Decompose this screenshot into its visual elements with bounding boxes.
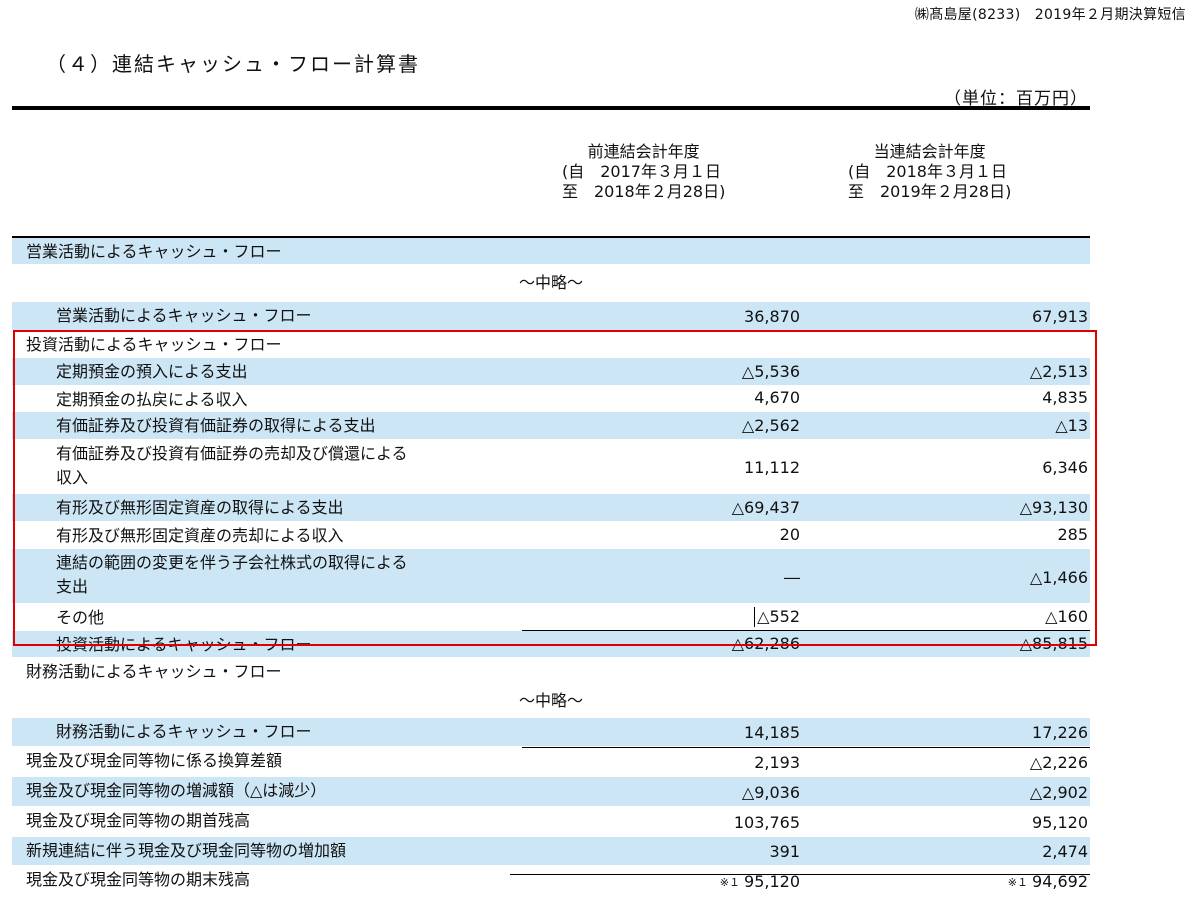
column-header-curr-title: 当連結会計年度 [873,142,986,161]
row-label: 連結の範囲の変更を伴う子会社株式の取得による 支出 [56,553,408,596]
table-row: 有価証券及び投資有価証券の売却及び償還による 収入 11,112 6,346 [12,440,1090,494]
table-row-total: 現金及び現金同等物の期末残高 ※１ 95,120 ※１ 94,692 [12,866,1090,897]
column-header-prev-from: (自 2017年３月１日 [562,162,721,181]
value-curr: 95,120 [1032,813,1088,832]
omitted-marker: ～中略～ [518,273,583,292]
value-prev: 2,193 [754,753,800,772]
value-curr: 4,835 [1042,388,1088,407]
column-header-prev-to: 至 2018年２月28日) [562,182,726,201]
row-label: その他 [56,608,105,627]
value-prev: △552 [754,607,800,627]
value-curr: 285 [1057,525,1088,544]
subtotal-overline [522,630,810,631]
value-curr: △2,513 [1029,362,1088,381]
table-row: 財務活動によるキャッシュ・フロー [12,658,1090,687]
value-curr: △1,466 [1029,568,1088,587]
row-label: 現金及び現金同等物の期首残高 [26,811,251,830]
row-label: 有形及び無形固定資産の取得による支出 [56,498,344,517]
table-row: 営業活動によるキャッシュ・フロー [12,236,1090,265]
value-prev: 391 [769,842,800,861]
value-curr-cell: ※１ 94,692 [1008,872,1088,893]
row-label: 投資活動によるキャッシュ・フロー [56,635,312,654]
row-label: 営業活動によるキャッシュ・フロー [26,242,282,261]
table-row: 現金及び現金同等物に係る換算差額 2,193 △2,226 [12,747,1090,777]
table-row: 投資活動によるキャッシュ・フロー [12,331,1090,358]
column-header-prev-title: 前連結会計年度 [587,142,700,161]
row-label: 営業活動によるキャッシュ・フロー [56,306,312,325]
note-marker: ※１ [1007,876,1029,889]
row-label: 現金及び現金同等物の期末残高 [26,870,251,889]
section-title: （４）連結キャッシュ・フロー計算書 [46,52,420,76]
value-prev: 20 [779,525,800,544]
column-header-curr: 当連結会計年度 (自 2018年３月１日至 2019年２月28日) [848,142,1011,202]
value-prev-cell: ※１ 95,120 [720,872,800,893]
table-row: 現金及び現金同等物の期首残高 103,765 95,120 [12,807,1090,837]
table-row-omitted: ～中略～ [12,687,1090,718]
table-row: 有形及び無形固定資産の取得による支出 △69,437 △93,130 [12,494,1090,522]
header-rule [12,106,1090,110]
table-row: 財務活動によるキャッシュ・フロー 14,185 17,226 [12,718,1090,748]
table-row-subtotal: 投資活動によるキャッシュ・フロー △62,286 △85,815 [12,630,1090,658]
value-curr: 67,913 [1032,307,1088,326]
value-curr: 17,226 [1032,723,1088,742]
row-label: 定期預金の払戻による収入 [56,390,248,409]
cash-flow-table: 営業活動によるキャッシュ・フロー ～中略～ 営業活動によるキャッシュ・フロー 3… [12,236,1090,897]
value-prev: 103,765 [733,813,800,832]
value-curr: △13 [1055,416,1088,435]
row-label: 財務活動によるキャッシュ・フロー [56,722,312,741]
row-label: 有形及び無形固定資産の売却による収入 [56,526,344,545]
row-label: 定期預金の預入による支出 [56,362,248,381]
row-label: 財務活動によるキャッシュ・フロー [26,662,282,681]
value-curr: 2,474 [1042,842,1088,861]
value-prev: 11,112 [744,458,800,477]
table-row: 定期預金の預入による支出 △5,536 △2,513 [12,358,1090,386]
table-row: 連結の範囲の変更を伴う子会社株式の取得による 支出 ― △1,466 [12,549,1090,604]
table-row: 営業活動によるキャッシュ・フロー 36,870 67,913 [12,302,1090,332]
row-label: 現金及び現金同等物に係る換算差額 [26,751,283,770]
value-curr: 6,346 [1042,458,1088,477]
value-prev: ― [784,568,800,587]
value-curr: △2,226 [1029,753,1088,772]
document-header: ㈱髙島屋(8233) 2019年２月期決算短信 [914,7,1186,23]
subtotal-overline [810,630,1090,631]
value-curr: △85,815 [1019,634,1088,653]
table-row: 有価証券及び投資有価証券の取得による支出 △2,562 △13 [12,412,1090,440]
value-prev: 36,870 [744,307,800,326]
table-row: 有形及び無形固定資産の売却による収入 20 285 [12,522,1090,549]
table-row-omitted: ～中略～ [12,265,1090,302]
value-prev: △62,286 [731,634,800,653]
value-prev: 4,670 [754,388,800,407]
column-header-prev: 前連結会計年度 (自 2017年３月１日至 2018年２月28日) [562,142,725,202]
value-prev: 14,185 [744,723,800,742]
row-label: 現金及び現金同等物の増減額（△は減少） [26,781,327,800]
table-row: 新規連結に伴う現金及び現金同等物の増加額 391 2,474 [12,837,1090,866]
column-header-curr-from: (自 2018年３月１日 [848,162,1007,181]
row-label: 新規連結に伴う現金及び現金同等物の増加額 [26,841,347,860]
value-prev: △5,536 [741,362,800,381]
value-prev: △9,036 [741,783,800,802]
table-row: 現金及び現金同等物の増減額（△は減少） △9,036 △2,902 [12,777,1090,807]
value-curr: △2,902 [1029,783,1088,802]
total-rule [510,874,1090,875]
row-label: 投資活動によるキャッシュ・フロー [26,335,282,354]
value-curr: △160 [1045,607,1088,626]
row-label: 有価証券及び投資有価証券の取得による支出 [56,416,376,435]
table-row: その他 △552 △160 [12,604,1090,631]
row-label: 有価証券及び投資有価証券の売却及び償還による 収入 [56,444,408,487]
table-row: 定期預金の払戻による収入 4,670 4,835 [12,386,1090,412]
note-marker: ※１ [719,876,741,889]
omitted-marker: ～中略～ [518,691,583,710]
column-header-curr-to: 至 2019年２月28日) [848,182,1012,201]
value-prev: △69,437 [731,498,800,517]
value-prev: △2,562 [741,416,800,435]
value-curr: △93,130 [1019,498,1088,517]
